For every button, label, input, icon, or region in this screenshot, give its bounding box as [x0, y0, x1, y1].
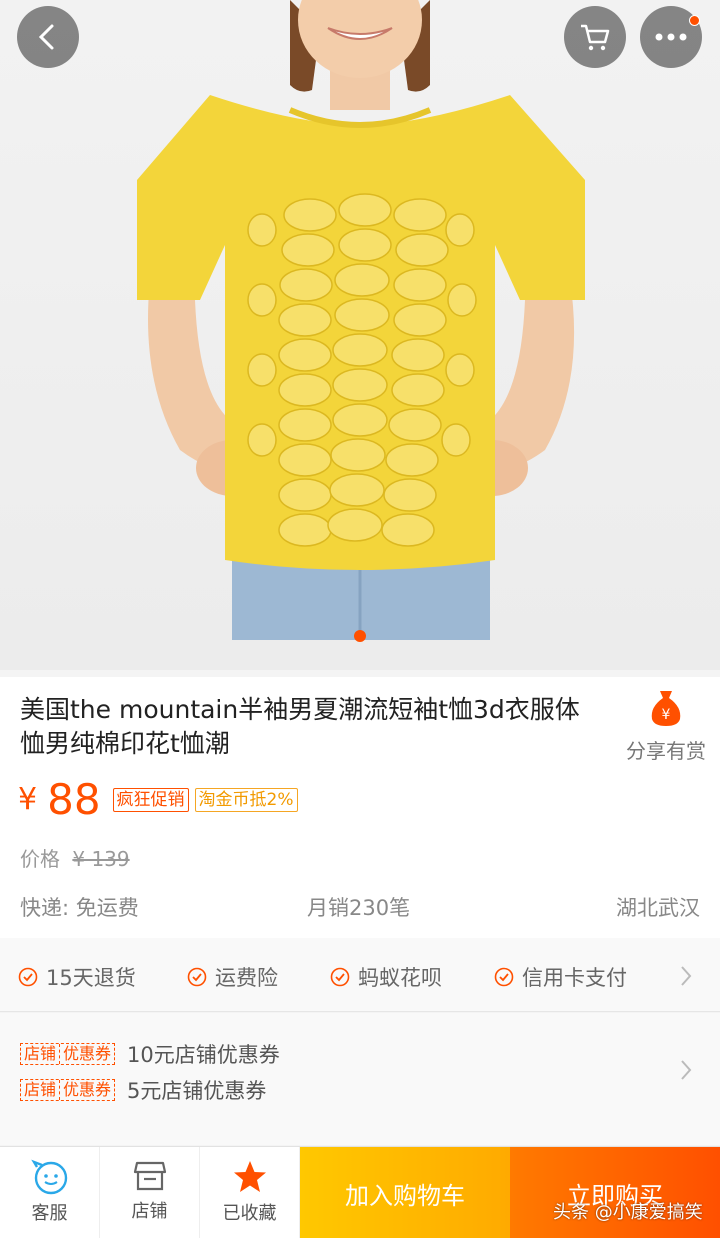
coupon-text: 5元店铺优惠券: [127, 1079, 267, 1103]
service-item: 信用卡支付: [494, 962, 627, 992]
coin-tag: 淘金币抵2%: [194, 787, 298, 812]
shop-tab[interactable]: 店铺: [100, 1147, 200, 1238]
coupon-badge: 店铺 优惠券: [20, 1079, 116, 1101]
coupon-badge-shop: 店铺: [24, 1080, 57, 1099]
price-value: 88: [47, 775, 101, 824]
watermark: 头条 @小康爱搞笑: [553, 1202, 703, 1223]
check-circle-icon: [18, 967, 38, 987]
original-price-label: 价格: [20, 847, 60, 871]
service-guarantees-row[interactable]: 15天退货 运费险 蚂蚁花呗 信用卡支付: [0, 938, 720, 1012]
star-icon: [233, 1161, 266, 1192]
price-row: ¥ 88 疯狂促销 淘金币抵2%: [18, 775, 304, 824]
notification-dot: [689, 15, 700, 26]
money-bag-icon: ¥: [651, 691, 681, 726]
product-title: 美国the mountain半袖男夏潮流短袖t恤3d衣服体恤男纯棉印花t恤潮: [20, 695, 580, 758]
back-button[interactable]: [17, 6, 79, 68]
original-price-row: 价格 ¥ 139: [20, 843, 130, 872]
service-label: 15天退货: [46, 966, 136, 990]
coupon-item: 店铺 优惠券 5元店铺优惠券: [20, 1075, 266, 1105]
product-photo: [137, 0, 585, 640]
svg-text:¥: ¥: [662, 707, 671, 723]
product-image-carousel[interactable]: [0, 0, 720, 670]
coupon-badge-type: 优惠券: [59, 1080, 114, 1100]
more-button[interactable]: [640, 6, 702, 68]
shop-coupons-section[interactable]: 店铺 优惠券 10元店铺优惠券 店铺 优惠券 5元店铺优惠券: [0, 1013, 720, 1145]
shipping-info: 快递: 免运费: [20, 896, 139, 920]
add-to-cart-button[interactable]: 加入购物车: [300, 1147, 510, 1238]
product-detail-page: 美国the mountain半袖男夏潮流短袖t恤3d衣服体恤男纯棉印花t恤潮 ¥…: [0, 0, 720, 1238]
carousel-dot-active: [354, 630, 366, 642]
service-label: 信用卡支付: [522, 966, 627, 990]
coupon-text: 10元店铺优惠券: [127, 1043, 280, 1067]
check-circle-icon: [494, 967, 514, 987]
buy-now-button[interactable]: 立即购买: [510, 1147, 720, 1238]
chevron-right-icon: [681, 1060, 692, 1080]
coupon-badge-type: 优惠券: [59, 1044, 114, 1064]
shop-label: 店铺: [131, 1201, 168, 1222]
coupon-badge-shop: 店铺: [24, 1044, 57, 1063]
service-label: 运费险: [215, 966, 278, 990]
customer-service-icon: [30, 1159, 67, 1195]
coupon-item: 店铺 优惠券 10元店铺优惠券: [20, 1039, 280, 1069]
carousel-indicator: [0, 630, 720, 642]
service-item: 运费险: [187, 962, 278, 992]
shop-icon: [133, 1161, 166, 1191]
shopping-cart-icon: [581, 24, 610, 51]
service-item: 蚂蚁花呗: [330, 962, 442, 992]
service-item: 15天退货: [18, 962, 136, 992]
bottom-action-bar: 客服 店铺 已收藏 加入购物车 立即购买: [0, 1146, 720, 1238]
favorite-tab[interactable]: 已收藏: [200, 1147, 300, 1238]
favorite-label: 已收藏: [222, 1203, 277, 1224]
share-reward-button[interactable]: ¥ 分享有赏: [612, 689, 720, 764]
price-currency: ¥: [18, 782, 38, 817]
service-label: 蚂蚁花呗: [358, 966, 442, 990]
product-info-panel: 美国the mountain半袖男夏潮流短袖t恤3d衣服体恤男纯棉印花t恤潮 ¥…: [0, 677, 720, 938]
monthly-sales: 月销230笔: [307, 896, 411, 920]
check-circle-icon: [330, 967, 350, 987]
coupon-badge: 店铺 优惠券: [20, 1043, 116, 1065]
check-circle-icon: [187, 967, 207, 987]
cart-button[interactable]: [564, 6, 626, 68]
original-price: ¥ 139: [72, 847, 130, 871]
share-label: 分享有赏: [626, 739, 706, 763]
chevron-left-icon: [38, 24, 54, 50]
promo-tag: 疯狂促销: [112, 787, 189, 812]
ship-from-location: 湖北武汉: [616, 896, 700, 920]
chevron-right-icon: [681, 966, 692, 986]
more-dots-icon: [655, 33, 687, 41]
customer-service-label: 客服: [31, 1203, 68, 1224]
customer-service-tab[interactable]: 客服: [0, 1147, 100, 1238]
